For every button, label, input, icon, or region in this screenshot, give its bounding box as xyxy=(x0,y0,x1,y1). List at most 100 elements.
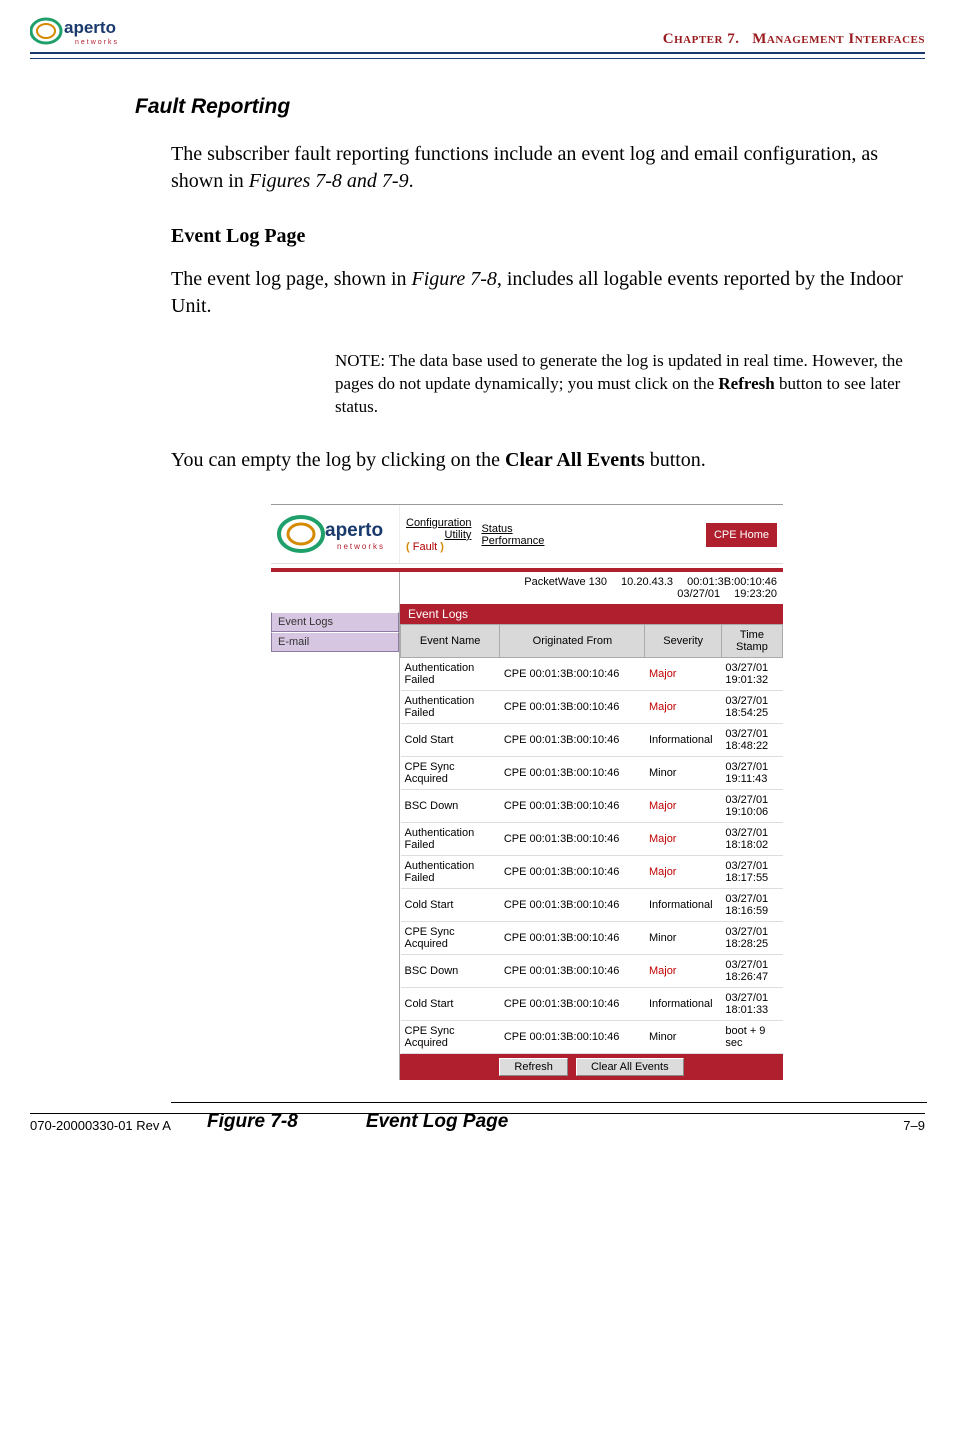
page-header: aperto networks Chapter 7. Management In… xyxy=(30,14,925,48)
table-row: Cold StartCPE 00:01:3B:00:10:46Informati… xyxy=(401,987,783,1020)
fig-sidebar: Event Logs E-mail xyxy=(271,572,400,1080)
cell-severity: Major xyxy=(645,822,721,855)
device-info-line-1: PacketWave 130 10.20.43.3 00:01:3B:00:10… xyxy=(400,572,783,588)
nav-utility[interactable]: Utility xyxy=(445,529,472,541)
cell-severity: Major xyxy=(645,855,721,888)
svg-text:networks: networks xyxy=(337,542,385,551)
cell-event-name: Authentication Failed xyxy=(401,657,500,690)
table-row: BSC DownCPE 00:01:3B:00:10:46Major03/27/… xyxy=(401,789,783,822)
cell-severity: Informational xyxy=(645,723,721,756)
col-originated-from: Originated From xyxy=(500,624,645,657)
cell-severity: Major xyxy=(645,690,721,723)
nav-fault[interactable]: ( Fault ) xyxy=(406,541,471,553)
cell-time-stamp: 03/27/01 18:01:33 xyxy=(721,987,782,1020)
cell-time-stamp: boot + 9 sec xyxy=(721,1020,782,1053)
cell-time-stamp: 03/27/01 19:11:43 xyxy=(721,756,782,789)
cell-originated-from: CPE 00:01:3B:00:10:46 xyxy=(500,756,645,789)
event-log-heading: Event Log Page xyxy=(171,225,927,248)
cell-event-name: Authentication Failed xyxy=(401,690,500,723)
cpe-home-button[interactable]: CPE Home xyxy=(706,523,777,547)
cell-originated-from: CPE 00:01:3B:00:10:46 xyxy=(500,987,645,1020)
nav-performance[interactable]: Performance xyxy=(481,535,544,547)
cell-event-name: Cold Start xyxy=(401,723,500,756)
figure-wrap: aperto networks Configuration Utility ( … xyxy=(171,504,927,1133)
cell-originated-from: CPE 00:01:3B:00:10:46 xyxy=(500,855,645,888)
button-row: Refresh Clear All Events xyxy=(400,1054,783,1080)
event-logs-panel-title: Event Logs xyxy=(400,604,783,624)
svg-text:aperto: aperto xyxy=(325,520,383,541)
cell-time-stamp: 03/27/01 18:54:25 xyxy=(721,690,782,723)
aperto-logo: aperto networks xyxy=(30,14,130,48)
col-event-name: Event Name xyxy=(401,624,500,657)
cell-originated-from: CPE 00:01:3B:00:10:46 xyxy=(500,921,645,954)
cell-severity: Major xyxy=(645,789,721,822)
cell-severity: Minor xyxy=(645,1020,721,1053)
table-row: Cold StartCPE 00:01:3B:00:10:46Informati… xyxy=(401,723,783,756)
cell-severity: Major xyxy=(645,954,721,987)
fig-aperto-logo: aperto networks xyxy=(271,505,400,563)
fault-reporting-heading: Fault Reporting xyxy=(135,95,927,119)
cell-severity: Major xyxy=(645,657,721,690)
cell-event-name: BSC Down xyxy=(401,789,500,822)
sidebar-item-email[interactable]: E-mail xyxy=(271,632,399,652)
cell-event-name: Cold Start xyxy=(401,987,500,1020)
nav-status[interactable]: Status xyxy=(481,523,544,535)
event-log-screenshot: aperto networks Configuration Utility ( … xyxy=(271,504,783,1080)
event-log-table: Event Name Originated From Severity Time… xyxy=(400,624,783,1054)
chapter-label: Chapter 7. xyxy=(663,31,740,47)
table-row: BSC DownCPE 00:01:3B:00:10:46Major03/27/… xyxy=(401,954,783,987)
col-time-stamp: Time Stamp xyxy=(721,624,782,657)
cell-time-stamp: 03/27/01 18:26:47 xyxy=(721,954,782,987)
cell-originated-from: CPE 00:01:3B:00:10:46 xyxy=(500,954,645,987)
cell-time-stamp: 03/27/01 18:48:22 xyxy=(721,723,782,756)
cell-severity: Minor xyxy=(645,756,721,789)
cell-time-stamp: 03/27/01 19:10:06 xyxy=(721,789,782,822)
table-row: Authentication FailedCPE 00:01:3B:00:10:… xyxy=(401,690,783,723)
cell-time-stamp: 03/27/01 18:28:25 xyxy=(721,921,782,954)
sidebar-item-event-logs[interactable]: Event Logs xyxy=(271,612,399,632)
cell-severity: Minor xyxy=(645,921,721,954)
table-row: Authentication FailedCPE 00:01:3B:00:10:… xyxy=(401,855,783,888)
table-row: CPE Sync AcquiredCPE 00:01:3B:00:10:46Mi… xyxy=(401,756,783,789)
svg-text:aperto: aperto xyxy=(64,18,116,37)
clear-paragraph: You can empty the log by clicking on the… xyxy=(171,447,927,474)
cell-time-stamp: 03/27/01 18:18:02 xyxy=(721,822,782,855)
device-info-line-2: 03/27/01 19:23:20 xyxy=(400,588,783,604)
table-row: CPE Sync AcquiredCPE 00:01:3B:00:10:46Mi… xyxy=(401,1020,783,1053)
cell-event-name: Cold Start xyxy=(401,888,500,921)
cell-originated-from: CPE 00:01:3B:00:10:46 xyxy=(500,888,645,921)
table-row: Authentication FailedCPE 00:01:3B:00:10:… xyxy=(401,657,783,690)
cell-originated-from: CPE 00:01:3B:00:10:46 xyxy=(500,723,645,756)
chapter-name: Management Interfaces xyxy=(752,31,925,47)
cell-event-name: CPE Sync Acquired xyxy=(401,921,500,954)
cell-originated-from: CPE 00:01:3B:00:10:46 xyxy=(500,1020,645,1053)
fig-body: Event Logs E-mail PacketWave 130 10.20.4… xyxy=(271,572,783,1080)
cell-event-name: Authentication Failed xyxy=(401,822,500,855)
header-rule xyxy=(30,52,925,59)
table-row: CPE Sync AcquiredCPE 00:01:3B:00:10:46Mi… xyxy=(401,921,783,954)
fig-main: PacketWave 130 10.20.43.3 00:01:3B:00:10… xyxy=(400,572,783,1080)
clear-all-events-button[interactable]: Clear All Events xyxy=(576,1058,684,1076)
col-severity: Severity xyxy=(645,624,721,657)
fig-nav: Configuration Utility ( Fault ) Status P… xyxy=(400,505,783,563)
cell-originated-from: CPE 00:01:3B:00:10:46 xyxy=(500,657,645,690)
page: aperto networks Chapter 7. Management In… xyxy=(0,0,955,1153)
cell-severity: Informational xyxy=(645,888,721,921)
nav-configuration[interactable]: Configuration xyxy=(406,517,471,529)
cell-event-name: Authentication Failed xyxy=(401,855,500,888)
section-body: Fault Reporting The subscriber fault rep… xyxy=(135,95,927,1133)
cell-severity: Informational xyxy=(645,987,721,1020)
cell-time-stamp: 03/27/01 18:17:55 xyxy=(721,855,782,888)
cell-originated-from: CPE 00:01:3B:00:10:46 xyxy=(500,789,645,822)
cell-originated-from: CPE 00:01:3B:00:10:46 xyxy=(500,822,645,855)
cell-event-name: CPE Sync Acquired xyxy=(401,756,500,789)
refresh-button[interactable]: Refresh xyxy=(499,1058,568,1076)
event-log-paragraph: The event log page, shown in Figure 7-8,… xyxy=(171,266,927,320)
fig-header: aperto networks Configuration Utility ( … xyxy=(271,505,783,563)
cell-time-stamp: 03/27/01 19:01:32 xyxy=(721,657,782,690)
table-row: Authentication FailedCPE 00:01:3B:00:10:… xyxy=(401,822,783,855)
cell-event-name: CPE Sync Acquired xyxy=(401,1020,500,1053)
note-block: NOTE: The data base used to generate the… xyxy=(335,350,927,419)
fig-separator xyxy=(271,563,783,572)
footer-page-number: 7–9 xyxy=(903,1118,925,1133)
